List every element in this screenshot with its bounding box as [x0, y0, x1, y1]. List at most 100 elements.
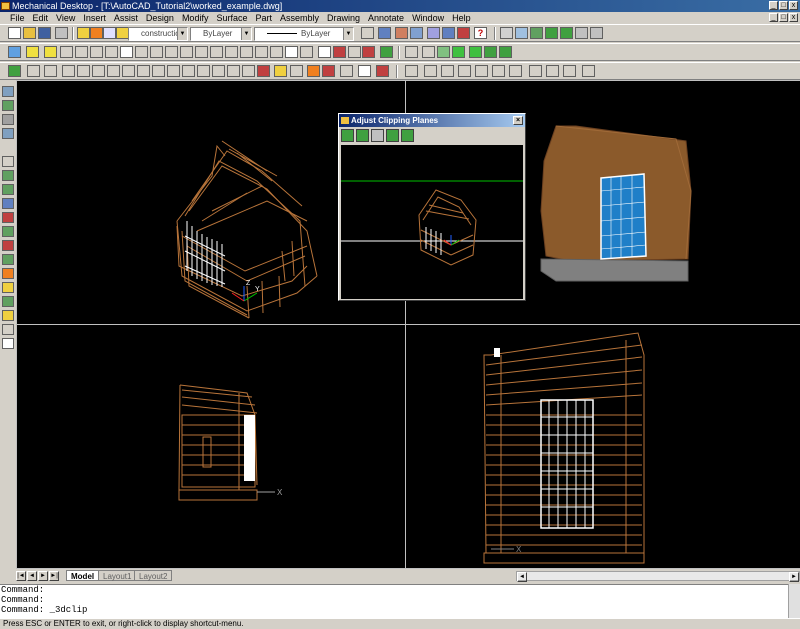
toolbar-icon-f[interactable] — [348, 46, 361, 58]
trim-icon[interactable] — [197, 65, 210, 77]
toolbar-icon-d[interactable] — [8, 46, 21, 58]
toolbar-icon-j[interactable] — [257, 65, 270, 77]
view-nw-iso-icon[interactable] — [563, 65, 576, 77]
menu-assist[interactable]: Assist — [110, 13, 142, 23]
viewport-bottom-right[interactable]: X — [405, 324, 800, 569]
match-properties-icon[interactable] — [378, 27, 391, 39]
tab-model[interactable]: Model — [66, 570, 100, 581]
back-clip-toggle-icon[interactable] — [401, 129, 414, 142]
menu-edit[interactable]: Edit — [29, 13, 53, 23]
view-top-icon[interactable] — [405, 65, 418, 77]
menu-file[interactable]: File — [6, 13, 29, 23]
rectangle-icon[interactable] — [120, 46, 133, 58]
close-icon[interactable]: × — [513, 116, 523, 125]
toolbar-icon-e[interactable] — [333, 46, 346, 58]
create-slice-icon[interactable] — [371, 129, 384, 142]
doc-minimize-button[interactable]: _ — [769, 13, 778, 22]
design-center-icon[interactable] — [410, 27, 423, 39]
extend-icon[interactable] — [212, 65, 225, 77]
open-folder-icon[interactable] — [23, 27, 36, 39]
dialog-title-bar[interactable]: Adjust Clipping Planes × — [339, 114, 525, 127]
pan-icon[interactable] — [500, 27, 513, 39]
command-scrollbar[interactable] — [788, 584, 800, 618]
copy-icon[interactable] — [77, 65, 90, 77]
view-sw-iso-icon[interactable] — [509, 65, 522, 77]
toolbar-icon-n[interactable] — [340, 65, 353, 77]
shade-icon[interactable] — [560, 27, 573, 39]
cone-icon[interactable] — [499, 46, 512, 58]
left-tool-icon-6[interactable] — [2, 170, 14, 181]
left-tool-icon-1[interactable] — [2, 86, 14, 97]
object-snap-icon[interactable] — [27, 65, 40, 77]
front-clip-toggle-icon[interactable] — [386, 129, 399, 142]
prev-tab-button[interactable]: ◄ — [27, 571, 37, 581]
left-tool-icon-2[interactable] — [2, 100, 14, 111]
properties-icon[interactable] — [395, 27, 408, 39]
toolbar-icon-g[interactable] — [362, 46, 375, 58]
menu-window[interactable]: Window — [408, 13, 448, 23]
view-icon[interactable] — [590, 27, 603, 39]
left-tool-icon-14[interactable] — [2, 282, 14, 293]
chamfer-icon[interactable] — [242, 65, 255, 77]
help-icon[interactable]: ? — [474, 27, 487, 39]
horizontal-scrollbar[interactable]: ◄ ► — [516, 571, 800, 582]
view-ne-iso-icon[interactable] — [546, 65, 559, 77]
toolbar-icon-l[interactable] — [307, 65, 320, 77]
left-tool-icon-15[interactable] — [2, 296, 14, 307]
left-tool-icon-9[interactable] — [2, 212, 14, 223]
chevron-down-icon[interactable]: ▼ — [241, 28, 251, 40]
first-tab-button[interactable]: |◄ — [16, 571, 26, 581]
render-icon[interactable] — [545, 27, 558, 39]
menu-drawing[interactable]: Drawing — [323, 13, 364, 23]
orbit-icon[interactable] — [530, 27, 543, 39]
camera-icon[interactable] — [582, 65, 595, 77]
menu-assembly[interactable]: Assembly — [276, 13, 323, 23]
boundary-icon[interactable] — [285, 46, 298, 58]
layer-bulb-icon[interactable] — [77, 27, 90, 39]
maximize-button[interactable]: □ — [779, 1, 788, 10]
menu-insert[interactable]: Insert — [79, 13, 110, 23]
arc-icon[interactable] — [90, 46, 103, 58]
circle-icon[interactable] — [150, 46, 163, 58]
mtext-icon[interactable] — [255, 46, 268, 58]
toolbar-icon-m[interactable] — [322, 65, 335, 77]
scroll-right-button[interactable]: ► — [789, 572, 799, 582]
left-tool-icon-7[interactable] — [2, 184, 14, 195]
snap-icon[interactable] — [44, 65, 57, 77]
offset-icon[interactable] — [107, 65, 120, 77]
cylinder-icon[interactable] — [484, 46, 497, 58]
doc-restore-button[interactable]: □ — [779, 13, 788, 22]
lock-icon[interactable] — [274, 65, 287, 77]
toolbar-icon-k[interactable] — [290, 65, 303, 77]
toolbar-icon-o[interactable] — [358, 65, 371, 77]
viewport-bottom-left[interactable]: X — [16, 324, 406, 569]
left-tool-icon-5[interactable] — [2, 156, 14, 167]
view-se-iso-icon[interactable] — [529, 65, 542, 77]
polyline-icon[interactable] — [105, 46, 118, 58]
block-icon[interactable] — [300, 46, 313, 58]
layer-sun-icon[interactable] — [90, 27, 103, 39]
rotate-icon[interactable] — [152, 65, 165, 77]
left-tool-icon-12[interactable] — [2, 254, 14, 265]
tab-layout1[interactable]: Layout1 — [98, 570, 137, 581]
linetype-select[interactable]: ByLayer ▼ — [254, 27, 354, 41]
named-views-icon[interactable] — [575, 27, 588, 39]
left-tool-icon-11[interactable] — [2, 240, 14, 251]
mirror-icon[interactable] — [92, 65, 105, 77]
layers-icon[interactable] — [55, 27, 68, 39]
adjust-front-clip-icon[interactable] — [341, 129, 354, 142]
sphere-icon[interactable] — [469, 46, 482, 58]
scroll-left-button[interactable]: ◄ — [517, 572, 527, 582]
undo-icon[interactable] — [361, 27, 374, 39]
layer-select[interactable]: construction ▼ — [128, 27, 188, 41]
new-file-icon[interactable] — [8, 27, 21, 39]
left-tool-icon-4[interactable] — [2, 128, 14, 139]
table-icon[interactable] — [270, 46, 283, 58]
command-window[interactable]: Command: Command: Command: _3dclip — [0, 584, 800, 618]
view-front-icon[interactable] — [475, 65, 488, 77]
3d-orbit-icon[interactable] — [437, 46, 450, 58]
menu-view[interactable]: View — [52, 13, 79, 23]
construction-line-icon[interactable] — [75, 46, 88, 58]
point-icon[interactable] — [210, 46, 223, 58]
view-back-icon[interactable] — [492, 65, 505, 77]
